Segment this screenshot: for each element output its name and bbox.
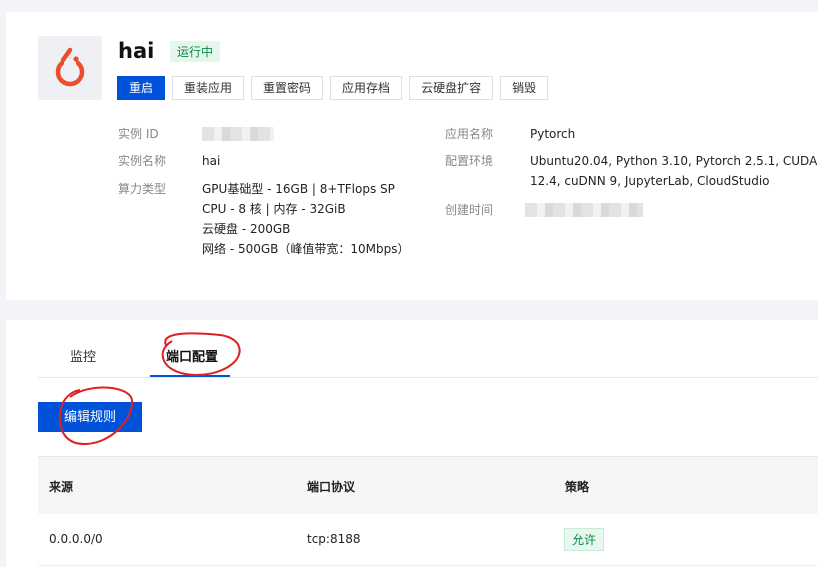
edit-rules-button[interactable]: 编辑规则 — [38, 402, 142, 432]
env-value-line2: 12.4, cuDNN 9, JupyterLab, CloudStudio — [530, 174, 770, 188]
pytorch-logo-icon — [38, 36, 102, 100]
header-source: 来源 — [49, 480, 74, 494]
tab-port-config[interactable]: 端口配置 — [166, 346, 218, 365]
cell-protocol: tcp:8188 — [307, 532, 361, 546]
compute-type-network: 网络 - 500GB（峰值带宽：10Mbps） — [202, 242, 410, 256]
app-name-label: 应用名称 — [445, 127, 494, 141]
instance-card: hai 运行中 重启 重装应用 重置密码 应用存档 云硬盘扩容 销毁 实例 ID… — [6, 12, 818, 300]
app-name-value: Pytorch — [530, 127, 576, 141]
table-header: 来源 端口协议 策略 — [38, 456, 818, 514]
header-policy: 策略 — [565, 480, 590, 494]
instance-id-label: 实例 ID — [118, 127, 159, 141]
disk-expand-button[interactable]: 云硬盘扩容 — [409, 76, 494, 100]
instance-name-value: hai — [202, 154, 221, 168]
instance-id-value — [202, 127, 274, 147]
compute-type-label: 算力类型 — [118, 182, 167, 196]
restart-button[interactable]: 重启 — [117, 76, 166, 100]
instance-title: hai — [118, 39, 155, 63]
port-config-card: 监控 端口配置 编辑规则 来源 端口协议 策略 0.0.0.0/0 tcp:81… — [6, 320, 818, 567]
destroy-button[interactable]: 销毁 — [500, 76, 549, 100]
compute-type-gpu: GPU基础型 - 16GB | 8+TFlops SP — [202, 182, 395, 196]
tab-monitor[interactable]: 监控 — [70, 346, 96, 365]
port-rules-table: 来源 端口协议 策略 0.0.0.0/0 tcp:8188 允许 — [38, 456, 818, 566]
reinstall-app-button[interactable]: 重装应用 — [172, 76, 245, 100]
env-value-line1: Ubuntu20.04, Python 3.10, Pytorch 2.5.1,… — [530, 154, 818, 168]
header-protocol: 端口协议 — [307, 480, 356, 494]
tab-bar: 监控 端口配置 — [38, 334, 818, 378]
reset-password-button[interactable]: 重置密码 — [251, 76, 324, 100]
status-badge: 运行中 — [170, 41, 221, 62]
env-label: 配置环境 — [445, 154, 494, 168]
created-time-label: 创建时间 — [445, 203, 494, 217]
created-time-value — [525, 203, 643, 223]
action-toolbar: 重启 重装应用 重置密码 应用存档 云硬盘扩容 销毁 — [117, 76, 549, 100]
app-archive-button[interactable]: 应用存档 — [330, 76, 403, 100]
instance-name-label: 实例名称 — [118, 154, 167, 168]
compute-type-cpu: CPU - 8 核 | 内存 - 32GiB — [202, 202, 346, 216]
table-row: 0.0.0.0/0 tcp:8188 允许 — [38, 514, 818, 566]
compute-type-disk: 云硬盘 - 200GB — [202, 222, 291, 236]
cell-source: 0.0.0.0/0 — [49, 532, 103, 546]
policy-allow-badge: 允许 — [564, 528, 605, 551]
active-tab-indicator — [150, 375, 230, 377]
